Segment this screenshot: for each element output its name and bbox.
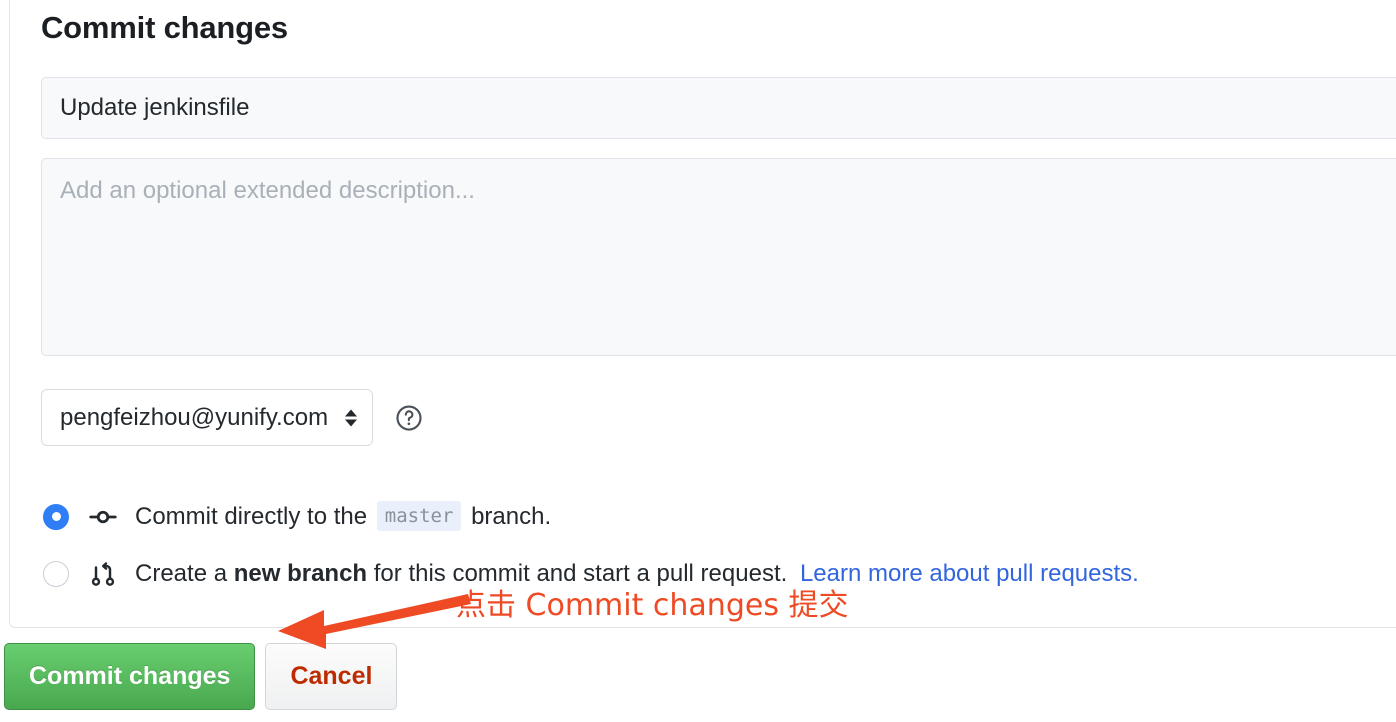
form-actions: Commit changes Cancel [4, 643, 398, 710]
question-circle-icon[interactable] [394, 403, 424, 433]
option-text-after: branch. [471, 503, 552, 530]
option-commit-directly-label: Commit directly to the master branch. [135, 501, 551, 532]
option-commit-directly[interactable]: Commit directly to the master branch. [43, 501, 551, 532]
commit-message-input[interactable] [41, 77, 1396, 139]
branch-name-chip: master [376, 501, 462, 531]
option-create-new-branch-label: Create a new branch for this commit and … [135, 559, 1139, 589]
author-email-row: pengfeizhou@yunify.com [41, 389, 424, 446]
learn-more-pull-requests-link[interactable]: Learn more about pull requests. [800, 560, 1139, 587]
commit-changes-screen: Commit changes pengfeizhou@yunify.com [0, 0, 1396, 722]
cancel-button[interactable]: Cancel [265, 643, 398, 710]
radio-commit-directly[interactable] [43, 503, 69, 530]
commit-description-input[interactable] [41, 158, 1396, 356]
panel-content: Commit changes pengfeizhou@yunify.com [41, 1, 1396, 627]
author-email-select[interactable]: pengfeizhou@yunify.com [41, 389, 374, 446]
commit-changes-button[interactable]: Commit changes [4, 643, 256, 710]
git-pull-request-icon [88, 559, 118, 589]
chevron-updown-icon [345, 409, 358, 426]
option-text-emphasis: new branch [233, 560, 368, 587]
option-text-after: for this commit and start a pull request… [373, 560, 788, 587]
option-create-new-branch[interactable]: Create a new branch for this commit and … [43, 559, 1139, 589]
git-commit-icon [88, 502, 118, 532]
commit-changes-panel: Commit changes pengfeizhou@yunify.com [9, 0, 1396, 628]
option-text-before: Commit directly to the [135, 503, 368, 530]
page-title: Commit changes [41, 10, 288, 45]
author-email-value: pengfeizhou@yunify.com [60, 403, 329, 431]
annotation-label: 点击 Commit changes 提交 [456, 588, 849, 623]
radio-create-new-branch[interactable] [43, 561, 69, 587]
option-text-before: Create a [135, 560, 228, 587]
